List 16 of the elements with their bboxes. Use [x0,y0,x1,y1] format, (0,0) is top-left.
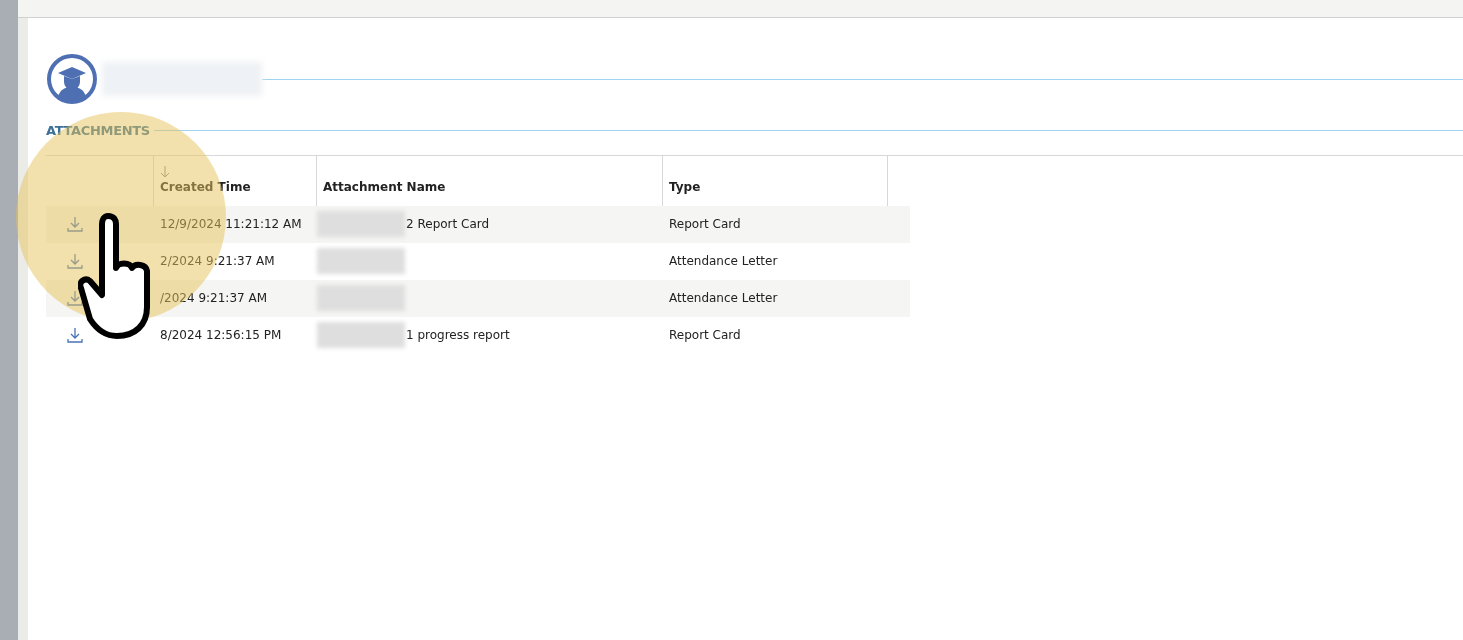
student-avatar-icon [46,53,98,105]
attachment-type: Attendance Letter [669,291,778,305]
attachment-name[interactable]: 2 Report Card [406,215,490,233]
attachment-type: Attendance Letter [669,254,778,268]
created-time: /2024 9:21:37 AM [160,291,268,305]
attachment-type: Report Card [669,328,741,342]
download-icon[interactable] [66,289,84,307]
created-time: 8/2024 12:56:15 PM [160,328,282,342]
sort-arrow-icon [160,165,170,178]
created-time: 2/2024 9:21:37 AM [160,254,275,268]
column-header[interactable]: Attachment Name [317,155,663,206]
column-header[interactable]: Created Time [154,155,317,206]
attachment-name[interactable]: 1 progress report [406,326,510,344]
column-header[interactable]: Type [663,155,888,206]
created-time: 12/9/2024 11:21:12 AM [160,217,302,231]
attachment-type: Report Card [669,217,741,231]
